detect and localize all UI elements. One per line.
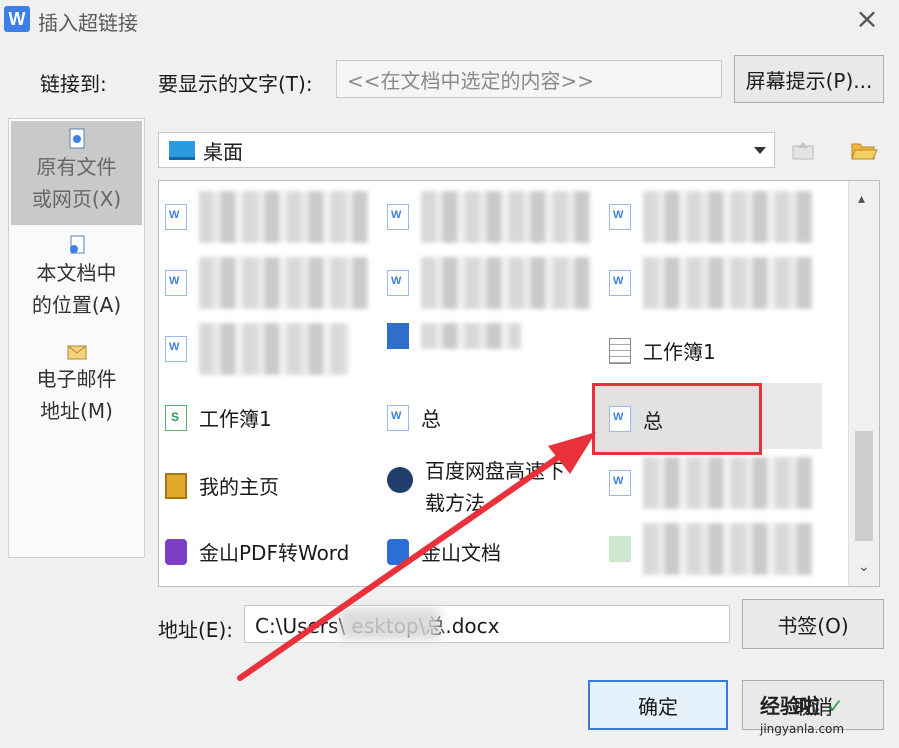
link-to-label: 链接到: [40,72,107,96]
chevron-down-icon [754,147,766,154]
kingsoft-docs-icon [387,538,409,565]
file-name: 工作簿1 [199,407,272,431]
list-item-blurred[interactable] [387,323,521,349]
file-name: 金山PDF转Word [199,541,350,565]
nav-label-line1: 本文档中 [36,261,117,285]
document-place-icon [69,235,84,254]
file-list-scrollbar[interactable]: ▴ ⌄ [848,181,879,586]
file-name-line1: 百度网盘高速下 [425,459,565,483]
blurred-filename [421,191,591,243]
list-item-blurred[interactable] [387,257,591,309]
blurred-filename [421,323,521,349]
word-doc-icon [165,204,187,230]
blurred-filename [199,191,369,243]
link-type-nav: 原有文件 或网页(X) 本文档中 的位置(A) 电子邮件 地址(M) [8,118,145,558]
nav-item-existing-file[interactable]: 原有文件 或网页(X) [11,121,142,225]
list-item-blurred[interactable] [165,257,369,309]
zip-icon [387,467,413,493]
blurred-filename [199,323,349,375]
pdf-to-word-icon [165,538,187,565]
file-name-line2: 载方法 [425,491,485,515]
list-item-kingsoft-docs[interactable]: 金山文档 [387,537,501,566]
blurred-file-icon [609,536,631,562]
list-item-blurred[interactable] [609,457,813,509]
nav-item-this-document[interactable]: 本文档中 的位置(A) [11,233,142,321]
ok-button[interactable]: 确定 [588,680,728,730]
desktop-folder-icon [169,140,195,160]
blurred-filename [643,257,813,309]
nav-item-email[interactable]: 电子邮件 地址(M) [11,339,142,427]
close-icon[interactable]: × [850,4,884,34]
word-doc-icon [387,270,409,296]
folder-select-value: 桌面 [203,139,243,164]
up-folder-icon[interactable] [790,138,816,162]
nav-label-line1: 原有文件 [36,155,117,179]
homepage-icon [165,472,187,499]
word-doc-icon [609,204,631,230]
word-doc-icon [165,270,187,296]
bookmark-button[interactable]: 书签(O) [742,599,884,649]
app-shortcut-icon [387,323,409,349]
file-name: 金山文档 [421,541,501,565]
nav-label-line2: 地址(M) [40,399,113,423]
blurred-filename [643,523,813,575]
file-list[interactable]: 工作簿1 工作簿1 总 总 我的主页 百度网盘高速下载方法 金山PDF转Word… [158,180,880,587]
list-item-baidu[interactable]: 百度网盘高速下 载方法 [387,455,565,519]
list-item-selected-doc[interactable]: 总 [592,383,762,455]
blurred-filename [643,191,813,243]
email-icon [67,345,86,360]
file-name: 工作簿1 [643,340,716,364]
display-text-label: 要显示的文字(T): [158,72,313,96]
spreadsheet-icon [165,404,187,431]
file-name: 总 [643,408,663,433]
open-folder-icon[interactable] [850,138,878,162]
blurred-filename [199,257,369,309]
scrollbar-thumb[interactable] [855,431,873,541]
file-web-icon [69,128,84,149]
list-item-blurred[interactable] [609,257,813,309]
list-item-doc[interactable]: 总 [387,403,441,432]
list-item-blurred[interactable] [387,191,591,243]
file-name: 我的主页 [199,475,279,499]
word-doc-icon [165,336,187,362]
watermark-logo: 经验啦 ✓ [760,694,844,718]
text-file-icon [609,337,631,364]
nav-label-line2: 的位置(A) [31,293,122,317]
screen-tip-button[interactable]: 屏幕提示(P)... [734,55,884,103]
word-doc-icon [387,204,409,230]
file-name: 总 [421,407,441,431]
list-item-pdf-converter[interactable]: 金山PDF转Word [165,537,349,566]
list-item-homepage[interactable]: 我的主页 [165,471,279,500]
watermark-url: jingyanla.com [760,722,845,736]
list-item-blurred[interactable] [609,191,813,243]
folder-select[interactable]: 桌面 [158,132,775,168]
word-doc-icon [609,470,631,496]
list-item-workbook[interactable]: 工作簿1 [165,403,272,432]
address-redaction [340,608,440,640]
address-input[interactable]: C:\Users\ esktop\总.docx [244,605,730,643]
list-item-blurred[interactable] [609,523,813,575]
blurred-filename [421,257,591,309]
list-item-blurred[interactable] [165,323,349,375]
list-item-blurred[interactable] [165,191,369,243]
scroll-up-icon[interactable]: ▴ [858,191,865,207]
address-label: 地址(E): [158,618,233,642]
word-doc-icon [387,404,409,431]
display-text-field[interactable]: <<在文档中选定的内容>> [336,60,722,98]
blurred-filename [643,457,813,509]
nav-label-line1: 电子邮件 [36,367,117,391]
word-doc-icon [609,270,631,296]
list-item-workbook[interactable]: 工作簿1 [609,336,716,365]
scroll-down-icon[interactable]: ⌄ [858,559,870,575]
dialog-title: 插入超链接 [38,11,138,35]
nav-label-line2: 或网页(X) [31,187,122,211]
word-doc-icon [609,406,631,432]
wps-app-icon: W [4,6,30,32]
selection-highlight [762,383,822,449]
